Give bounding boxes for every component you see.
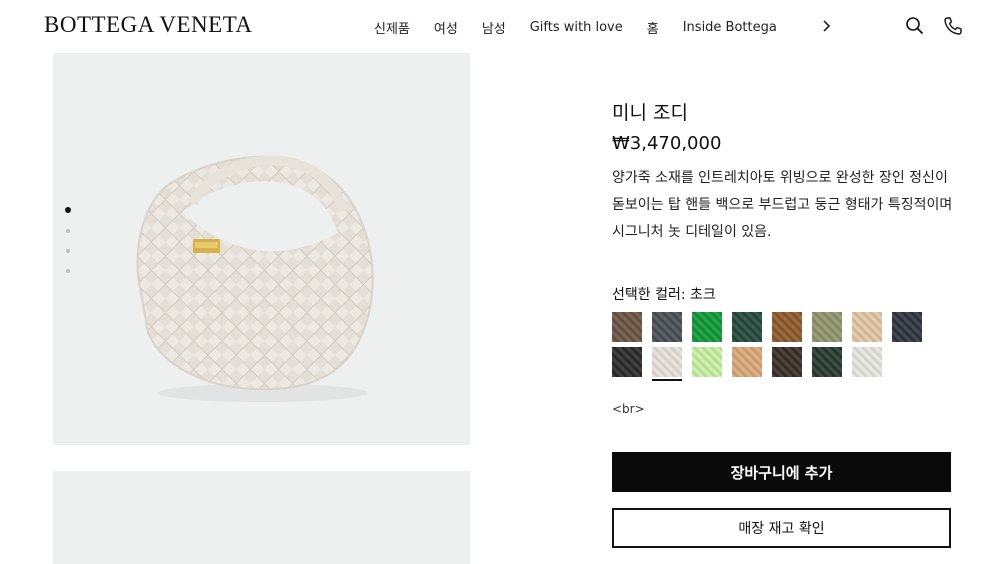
color-swatch[interactable]	[892, 312, 922, 342]
color-swatch[interactable]	[852, 347, 882, 377]
gallery-dot-3[interactable]	[66, 249, 70, 253]
color-swatch[interactable]	[812, 347, 842, 377]
product-name: 미니 조디	[612, 102, 688, 124]
color-swatch[interactable]	[812, 312, 842, 342]
nav-item-women[interactable]: 여성	[434, 18, 458, 37]
gallery-pagination	[64, 207, 72, 289]
selected-swatch-indicator	[652, 379, 682, 381]
site-header: BOTTEGA VENETA 신제품 여성 남성 Gifts with love…	[0, 0, 1000, 52]
nav-item-inside-bottega[interactable]: Inside Bottega	[683, 20, 777, 35]
color-swatch[interactable]	[692, 347, 722, 377]
gallery-dot-4[interactable]	[66, 269, 70, 273]
color-swatch[interactable]	[612, 347, 642, 377]
nav-item-home[interactable]: 홈	[647, 18, 659, 37]
search-icon[interactable]	[904, 15, 926, 37]
stray-markup-text: <br>	[612, 402, 645, 416]
color-swatch[interactable]	[732, 312, 762, 342]
product-info: 미니 조디 ₩3,470,000 양가죽 소재를 인트레치아토 위빙으로 완성한…	[612, 98, 952, 246]
product-image-secondary[interactable]	[53, 471, 470, 564]
chevron-right-icon[interactable]	[818, 16, 836, 36]
nav-item-gifts-with-love[interactable]: Gifts with love	[530, 20, 623, 35]
main-navigation: 신제품 여성 남성 Gifts with love 홈 Inside Botte…	[374, 18, 801, 37]
product-description: 양가죽 소재를 인트레치아토 위빙으로 완성한 장인 정신이 돋보이는 탑 핸들…	[612, 170, 953, 240]
color-swatch[interactable]	[652, 312, 682, 342]
add-to-cart-button[interactable]: 장바구니에 추가	[612, 452, 951, 492]
gallery-dot-2[interactable]	[66, 229, 70, 233]
nav-item-new-arrivals[interactable]: 신제품	[374, 18, 410, 37]
product-price: ₩3,470,000	[612, 133, 722, 154]
bag-image	[136, 155, 374, 402]
brand-logo[interactable]: BOTTEGA VENETA	[44, 12, 253, 38]
nav-item-men[interactable]: 남성	[482, 18, 506, 37]
color-swatch[interactable]	[732, 347, 762, 377]
color-swatch[interactable]	[692, 312, 722, 342]
gallery-dot-1[interactable]	[65, 207, 71, 213]
color-swatch[interactable]	[612, 312, 642, 342]
product-image-main[interactable]	[53, 53, 470, 445]
color-swatch[interactable]	[772, 347, 802, 377]
phone-icon[interactable]	[942, 15, 964, 37]
color-swatch[interactable]	[772, 312, 802, 342]
color-swatch-selected[interactable]	[652, 347, 682, 377]
color-swatch[interactable]	[852, 312, 882, 342]
selected-color-label: 선택한 컬러: 초크	[612, 287, 716, 303]
check-store-stock-button[interactable]: 매장 재고 확인	[612, 508, 951, 548]
